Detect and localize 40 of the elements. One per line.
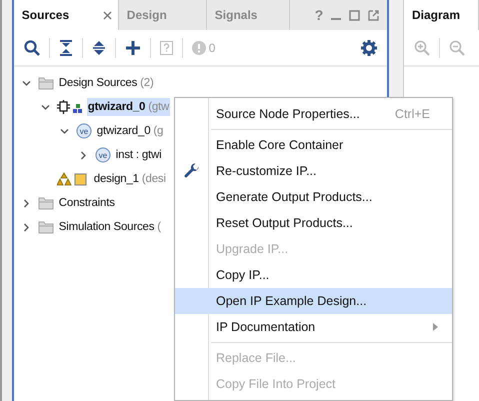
folder-icon — [38, 76, 54, 90]
expanded-chevron-icon[interactable] — [60, 126, 70, 136]
tree-item[interactable]: design_1 (desi — [92, 170, 167, 188]
add-icon[interactable] — [124, 40, 141, 56]
tree-item[interactable]: Design Sources (2) — [58, 74, 155, 92]
menu-item[interactable]: Copy IP... — [175, 262, 452, 288]
expanded-chevron-icon[interactable] — [22, 78, 32, 88]
block-design-icon — [56, 171, 89, 187]
menu-item[interactable]: Open IP Example Design... — [175, 288, 452, 314]
search-icon[interactable] — [24, 40, 40, 56]
error-count: 0 — [208, 40, 216, 54]
panel-tab[interactable]: Sources — [14, 0, 119, 30]
tree-item[interactable]: Simulation Sources ( — [58, 218, 162, 236]
expand-all-icon[interactable] — [92, 40, 106, 56]
folder-icon — [38, 220, 54, 234]
collapsed-chevron-icon[interactable] — [79, 150, 88, 160]
panel-tab[interactable]: Diagram — [404, 0, 479, 30]
ip-block-icon — [56, 100, 83, 114]
folder-icon — [38, 196, 54, 210]
menu-item[interactable]: Enable Core Container — [175, 132, 452, 158]
collapsed-chevron-icon[interactable] — [22, 222, 32, 232]
expanded-chevron-icon[interactable] — [41, 102, 50, 112]
float-icon[interactable] — [368, 10, 380, 20]
tree-item[interactable]: gtwizard_0 (gtw — [86, 98, 170, 116]
menu-item[interactable]: Source Node Properties... Ctrl+E — [175, 101, 452, 127]
tree-item[interactable]: inst : gtwi — [114, 146, 163, 164]
verilog-file-icon: ve — [94, 147, 111, 163]
settings-icon[interactable] — [361, 40, 378, 56]
menu-item[interactable]: IP Documentation — [175, 314, 452, 340]
menu-item[interactable]: Reset Output Products... — [175, 210, 452, 236]
tree-item[interactable]: gtwizard_0 (g — [96, 122, 164, 140]
collapsed-chevron-icon[interactable] — [22, 198, 32, 208]
maximize-icon[interactable] — [349, 10, 360, 20]
close-icon[interactable] — [102, 10, 112, 20]
menu-item[interactable]: Re-customize IP... — [175, 158, 452, 184]
menu-item[interactable]: Generate Output Products... — [175, 184, 452, 210]
tree-item[interactable]: Constraints — [58, 194, 116, 212]
collapse-all-icon[interactable] — [58, 40, 73, 56]
verilog-file-icon: ve — [76, 123, 92, 139]
error-icon — [192, 40, 206, 54]
